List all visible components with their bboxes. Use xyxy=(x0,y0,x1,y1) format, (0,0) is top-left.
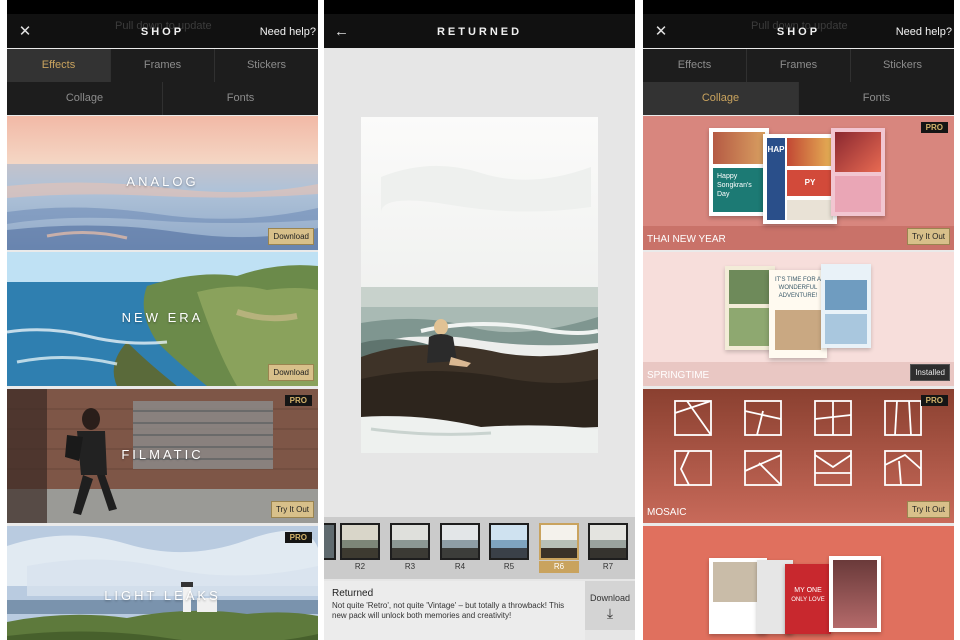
collage-card-green xyxy=(725,266,775,350)
pack-detail-screen: ← RETURNED R2 R3 R4 R5 R6 R7 Returned No… xyxy=(324,0,635,640)
collage-card-teal: Happy Songkran's Day xyxy=(709,128,769,216)
tab-collage[interactable]: Collage xyxy=(643,82,799,115)
download-button[interactable]: Download xyxy=(268,364,314,381)
shop-header: Pull down to update ✕ SHOP Need help? xyxy=(7,0,318,48)
try-it-out-button[interactable]: Try It Out xyxy=(270,501,314,518)
pack-name: Returned xyxy=(332,588,374,599)
collage-card-mosaic[interactable]: PRO MOSAIC Try It Out xyxy=(643,389,954,523)
preset-thumb-r3[interactable]: R3 xyxy=(390,523,430,573)
preset-thumb-r1-partial[interactable] xyxy=(324,523,336,573)
tab-effects[interactable]: Effects xyxy=(7,49,111,82)
preset-label: R5 xyxy=(503,562,515,571)
pack-description: Not quite 'Retro', not quite 'Vintage' –… xyxy=(332,601,565,620)
preset-thumb-r7[interactable]: R7 xyxy=(588,523,628,573)
pro-badge: PRO xyxy=(284,532,312,543)
collage-card-pink xyxy=(831,128,885,216)
card-title: LIGHT LEAKS xyxy=(104,588,221,603)
preset-thumb-r2[interactable]: R2 xyxy=(340,523,380,573)
category-tabs-row2: Collage Fonts xyxy=(7,82,318,115)
preview-image xyxy=(361,117,599,453)
collage-hap-text: HAP xyxy=(767,138,785,220)
shop-screen-effects: Pull down to update ✕ SHOP Need help? Ef… xyxy=(7,0,318,640)
collage-only-love-text: ONLY LOVE xyxy=(791,597,825,603)
preset-thumb-r5[interactable]: R5 xyxy=(489,523,529,573)
effect-card-filmatic[interactable]: PRO FILMATIC Try It Out xyxy=(7,389,318,523)
pro-badge: PRO xyxy=(920,395,948,406)
collage-card-blue xyxy=(821,264,871,348)
collage-card-thai-new-year[interactable]: Happy Songkran's Day HAP PY PRO THAI NEW… xyxy=(643,116,954,250)
collage-my-one-text: MY ONE xyxy=(794,587,822,594)
tab-frames[interactable]: Frames xyxy=(747,49,851,82)
need-help-link[interactable]: Need help? xyxy=(260,26,316,38)
effect-card-light-leaks[interactable]: PRO LIGHT LEAKS xyxy=(7,526,318,640)
woman-on-rock-photo xyxy=(361,117,599,453)
try-it-out-button[interactable]: Try It Out xyxy=(906,228,950,245)
collage-card-love-photos xyxy=(829,556,881,632)
tab-stickers[interactable]: Stickers xyxy=(851,49,954,82)
installed-badge: Installed xyxy=(910,364,950,381)
card-title: SPRINGTIME xyxy=(647,370,710,381)
collage-card-love[interactable]: MY ONE ONLY LOVE xyxy=(643,526,954,640)
preset-label: R2 xyxy=(354,562,366,571)
collage-card-springtime[interactable]: IT'S TIME FOR A WONDERFUL ADVENTURE! SPR… xyxy=(643,252,954,386)
collage-py-text: PY xyxy=(787,170,833,196)
tab-fonts[interactable]: Fonts xyxy=(163,82,318,115)
preset-thumb-r6[interactable]: R6 xyxy=(539,523,579,573)
category-tabs-row1: Effects Frames Stickers xyxy=(7,49,318,82)
collage-card-note: IT'S TIME FOR A WONDERFUL ADVENTURE! xyxy=(769,270,827,358)
effect-card-new-era[interactable]: NEW ERA Download xyxy=(7,252,318,386)
download-label: Download xyxy=(589,593,631,603)
shop-header: Pull down to update ✕ SHOP Need help? xyxy=(643,0,954,48)
card-title: MOSAIC xyxy=(647,507,687,518)
download-button[interactable]: Download xyxy=(268,228,314,245)
tab-collage[interactable]: Collage xyxy=(7,82,163,115)
tab-effects[interactable]: Effects xyxy=(643,49,747,82)
status-bar xyxy=(7,0,318,14)
pro-badge: PRO xyxy=(284,395,312,406)
download-button[interactable]: Download ⤓ xyxy=(585,581,635,630)
collage-card-white: HAP PY xyxy=(763,134,837,224)
lighthouse-coast-image xyxy=(7,526,318,640)
card-title: FILMATIC xyxy=(121,447,204,462)
detail-header: ← RETURNED xyxy=(324,0,635,48)
tab-frames[interactable]: Frames xyxy=(111,49,215,82)
shop-screen-collage: Pull down to update ✕ SHOP Need help? Ef… xyxy=(643,0,954,640)
collage-springtime-note: IT'S TIME FOR A WONDERFUL ADVENTURE! xyxy=(774,277,822,299)
preset-label: R3 xyxy=(404,562,416,571)
page-title: RETURNED xyxy=(436,26,523,38)
card-title: THAI NEW YEAR xyxy=(647,234,726,245)
preset-label: R4 xyxy=(454,562,466,571)
status-bar xyxy=(643,0,954,14)
pro-badge: PRO xyxy=(920,122,948,133)
card-title: NEW ERA xyxy=(121,310,204,325)
tab-stickers[interactable]: Stickers xyxy=(215,49,318,82)
pack-info: Returned Not quite 'Retro', not quite 'V… xyxy=(324,581,585,640)
need-help-link[interactable]: Need help? xyxy=(896,26,952,38)
preset-thumbnail-strip: R2 R3 R4 R5 R6 R7 xyxy=(324,517,635,579)
category-tabs-row1: Effects Frames Stickers xyxy=(643,49,954,82)
collage-card-love-red: MY ONE ONLY LOVE xyxy=(785,564,831,634)
preset-thumb-r4[interactable]: R4 xyxy=(440,523,480,573)
preset-label: R7 xyxy=(602,562,614,571)
download-icon: ⤓ xyxy=(606,605,614,621)
tab-fonts[interactable]: Fonts xyxy=(799,82,954,115)
try-it-out-button[interactable]: Try It Out xyxy=(906,501,950,518)
status-bar xyxy=(324,0,635,14)
preset-label: R6 xyxy=(539,561,579,573)
card-title: ANALOG xyxy=(126,174,199,189)
effect-card-analog[interactable]: ANALOG Download xyxy=(7,116,318,250)
category-tabs-row2: Collage Fonts xyxy=(643,82,954,115)
collage-happy-text: Happy Songkran's Day xyxy=(713,168,765,212)
